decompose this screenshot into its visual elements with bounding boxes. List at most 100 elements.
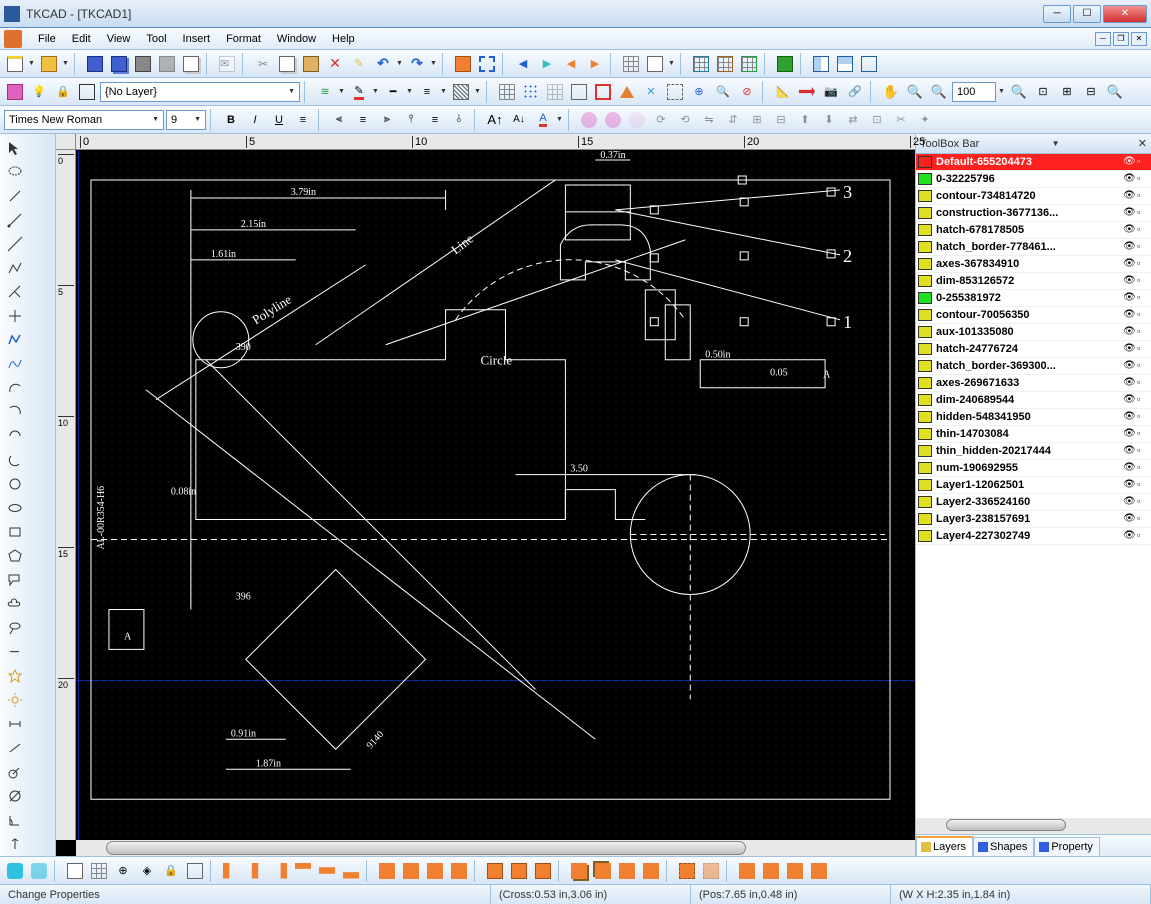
layout3-button[interactable] [858,53,880,75]
zoom-input[interactable] [952,82,996,102]
layer-lock-icon[interactable]: ▫ [1137,275,1149,287]
font-size-select[interactable]: 9 ▼ [166,110,206,130]
arc4-tool[interactable] [3,449,27,471]
layer-row[interactable]: Layer4-227302749 👁 ▫ [916,528,1151,545]
open-button[interactable] [38,53,60,75]
layer-visibility-icon[interactable]: 👁 [1123,377,1137,389]
layer-row[interactable]: axes-367834910 👁 ▫ [916,256,1151,273]
menu-edit[interactable]: Edit [64,31,99,47]
table2-button[interactable] [714,53,736,75]
layer-lock-icon[interactable]: ▫ [1137,207,1149,219]
italic-button[interactable]: I [244,109,266,131]
bt-bwd[interactable] [640,860,662,882]
save-button[interactable] [84,53,106,75]
layer-row[interactable]: aux-101335080 👁 ▫ [916,324,1151,341]
layer-visibility-icon[interactable]: 👁 [1123,173,1137,185]
rect-tool[interactable] [3,521,27,543]
layer-row[interactable]: Default-655204473 👁 ▫ [916,154,1151,171]
layer-row[interactable]: hidden-548341950 👁 ▫ [916,409,1151,426]
layer-lock-icon[interactable]: ▫ [1137,496,1149,508]
mirror-button[interactable]: ⇄ [842,109,864,131]
save-all-button[interactable] [108,53,130,75]
scrollbar-thumb[interactable] [106,841,746,855]
bold-button[interactable]: B [220,109,242,131]
fill2-button[interactable] [602,109,624,131]
menu-format[interactable]: Format [218,31,269,47]
fill1-button[interactable] [578,109,600,131]
align-h-center-button[interactable]: ≡ [352,109,374,131]
maximize-button[interactable]: ☐ [1073,5,1101,23]
format-painter-button[interactable]: ✎ [348,53,370,75]
zoom-realtime-button[interactable]: ⊞ [1056,81,1078,103]
layer-lock-icon[interactable]: ▫ [1137,343,1149,355]
bt-dist-v[interactable] [400,860,422,882]
tape-button[interactable] [796,81,818,103]
minimize-button[interactable]: ─ [1043,5,1071,23]
layer-visibility-icon[interactable]: 👁 [1123,411,1137,423]
dim-diameter-tool[interactable] [3,785,27,807]
layer-lock-icon[interactable]: ▫ [1137,190,1149,202]
layer-row[interactable]: thin_hidden-20217444 👁 ▫ [916,443,1151,460]
layer-row[interactable]: Layer3-238157691 👁 ▫ [916,511,1151,528]
bt-tool1[interactable] [4,860,26,882]
layer-lock-icon[interactable]: ▫ [1137,292,1149,304]
menu-insert[interactable]: Insert [175,31,219,47]
pline-tool[interactable] [3,257,27,279]
layer-visibility-icon[interactable]: 👁 [1123,207,1137,219]
align-button[interactable] [774,53,796,75]
bt-back[interactable] [592,860,614,882]
layer-row[interactable]: 0-255381972 👁 ▫ [916,290,1151,307]
rect-icon[interactable] [76,81,98,103]
layer-lock-icon[interactable]: ▫ [1137,360,1149,372]
linetype-button[interactable]: ≡ [416,81,438,103]
rotate-ccw-button[interactable]: ⟲ [674,109,696,131]
properties-button[interactable] [620,53,642,75]
tab-shapes[interactable]: Shapes [973,837,1034,856]
ruler-horizontal[interactable]: 0 5 10 15 20 25 [76,134,915,150]
font-select[interactable]: Times New Roman ▼ [4,110,164,130]
copy-button[interactable] [276,53,298,75]
fill3-button[interactable] [626,109,648,131]
new-button[interactable] [4,53,26,75]
layer-visibility-icon[interactable]: 👁 [1123,156,1137,168]
spline-tool[interactable] [3,353,27,375]
hatch-button[interactable] [450,81,472,103]
layer-row[interactable]: construction-3677136... 👁 ▫ [916,205,1151,222]
snap-target-button[interactable]: ⊕ [688,81,710,103]
layer-row[interactable]: axes-269671633 👁 ▫ [916,375,1151,392]
layer-visibility-icon[interactable]: 👁 [1123,224,1137,236]
link-button[interactable]: 🔗 [844,81,866,103]
lasso-tool[interactable] [3,161,27,183]
snap-red-button[interactable] [592,81,614,103]
layer-lock-icon[interactable]: ▫ [1137,156,1149,168]
bt-align-l[interactable] [220,860,242,882]
bt-fwd[interactable] [616,860,638,882]
snap-find-button[interactable]: 🔍 [712,81,734,103]
layer-lock-icon[interactable]: ▫ [1137,241,1149,253]
bt-align-c[interactable] [244,860,266,882]
layer-lock-icon[interactable]: ▫ [1137,224,1149,236]
snap-extend-button[interactable] [664,81,686,103]
layer-visibility-icon[interactable]: 👁 [1123,530,1137,542]
layer-lock-icon[interactable]: ▫ [1137,173,1149,185]
bt-align-m[interactable] [316,860,338,882]
menu-tool[interactable]: Tool [138,31,174,47]
layer-lock-icon[interactable]: ▫ [1137,513,1149,525]
layer-list[interactable]: Default-655204473 👁 ▫ 0-32225796 👁 ▫ con… [916,154,1151,818]
layer-visibility-icon[interactable]: 👁 [1123,343,1137,355]
close-button[interactable]: ✕ [1103,5,1147,23]
toolbox-close-icon[interactable]: ✕ [1138,137,1147,150]
cut-button[interactable]: ✂ [252,53,274,75]
line-tool[interactable] [3,185,27,207]
arrow-right-orange-button[interactable]: ▶ [584,53,606,75]
bt-align-r[interactable] [268,860,290,882]
snap-obj-button[interactable] [568,81,590,103]
arrow-left-button[interactable]: ◀ [512,53,534,75]
bt-mirror-v[interactable] [760,860,782,882]
bt-snap3[interactable]: ⊕ [112,860,134,882]
table3-button[interactable] [738,53,760,75]
flip-h-button[interactable]: ⇋ [698,109,720,131]
font-inc-button[interactable]: A↑ [484,109,506,131]
snap-off-button[interactable]: ⊘ [736,81,758,103]
paste-button[interactable] [300,53,322,75]
